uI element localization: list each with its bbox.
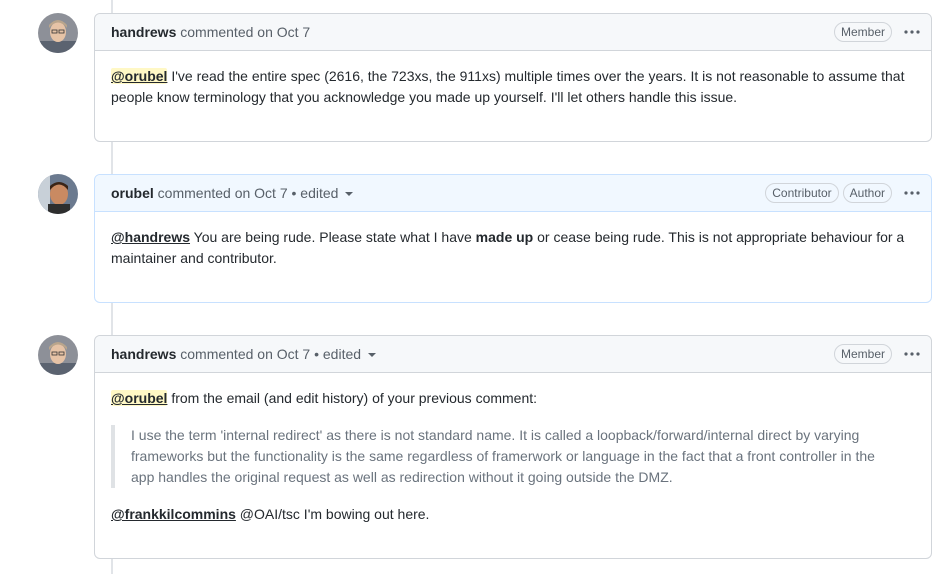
comment-header: handrews commented on Oct 7 • edited Mem… bbox=[95, 336, 931, 373]
comment-3: handrews commented on Oct 7 • edited Mem… bbox=[94, 335, 932, 559]
mention-link[interactable]: @orubel bbox=[111, 390, 168, 406]
comment-author[interactable]: orubel bbox=[111, 185, 154, 201]
comment-timestamp[interactable]: commented on Oct 7 bbox=[180, 346, 310, 362]
author-badge: Author bbox=[842, 183, 892, 203]
avatar-handrews[interactable] bbox=[38, 335, 78, 375]
contributor-badge: Contributor bbox=[765, 183, 839, 203]
quote-block: I use the term 'internal redirect' as th… bbox=[111, 425, 915, 488]
mention-link[interactable]: @frankkilcommins bbox=[111, 506, 236, 522]
avatar-orubel[interactable] bbox=[38, 174, 78, 214]
avatar-handrews[interactable] bbox=[38, 13, 78, 53]
comment-text: @OAI/tsc I'm bowing out here. bbox=[235, 506, 430, 522]
mention-link[interactable]: @orubel bbox=[111, 68, 168, 84]
comment-author[interactable]: handrews bbox=[111, 24, 176, 40]
kebab-horizontal-icon[interactable] bbox=[903, 345, 921, 363]
edited-label[interactable]: • edited bbox=[288, 185, 339, 201]
comment-header: orubel commented on Oct 7 • edited Contr… bbox=[95, 175, 931, 212]
edited-label[interactable]: • edited bbox=[310, 346, 361, 362]
comment-body: @orubel I've read the entire spec (2616,… bbox=[95, 51, 931, 124]
kebab-horizontal-icon[interactable] bbox=[903, 23, 921, 41]
comment-text: from the email (and edit history) of you… bbox=[167, 390, 538, 406]
comment-timestamp[interactable]: commented on Oct 7 bbox=[180, 24, 310, 40]
comment-2: orubel commented on Oct 7 • edited Contr… bbox=[94, 174, 932, 303]
bold-text: made up bbox=[475, 229, 534, 245]
comment-header: handrews commented on Oct 7 Member bbox=[95, 14, 931, 51]
comment-author[interactable]: handrews bbox=[111, 346, 176, 362]
comment-text: You are being rude. Please state what I … bbox=[190, 229, 476, 245]
triangle-down-icon[interactable] bbox=[368, 353, 377, 358]
comment-1: handrews commented on Oct 7 Member @orub… bbox=[94, 13, 932, 142]
mention-link[interactable]: @handrews bbox=[111, 229, 190, 245]
member-badge: Member bbox=[833, 22, 892, 42]
comment-text: I've read the entire spec (2616, the 723… bbox=[111, 68, 905, 105]
member-badge: Member bbox=[833, 344, 892, 364]
kebab-horizontal-icon[interactable] bbox=[903, 184, 921, 202]
comment-body: @handrews You are being rude. Please sta… bbox=[95, 212, 931, 285]
comment-timestamp[interactable]: commented on Oct 7 bbox=[158, 185, 288, 201]
triangle-down-icon[interactable] bbox=[345, 192, 354, 197]
comment-body: @orubel from the email (and edit history… bbox=[95, 373, 931, 541]
